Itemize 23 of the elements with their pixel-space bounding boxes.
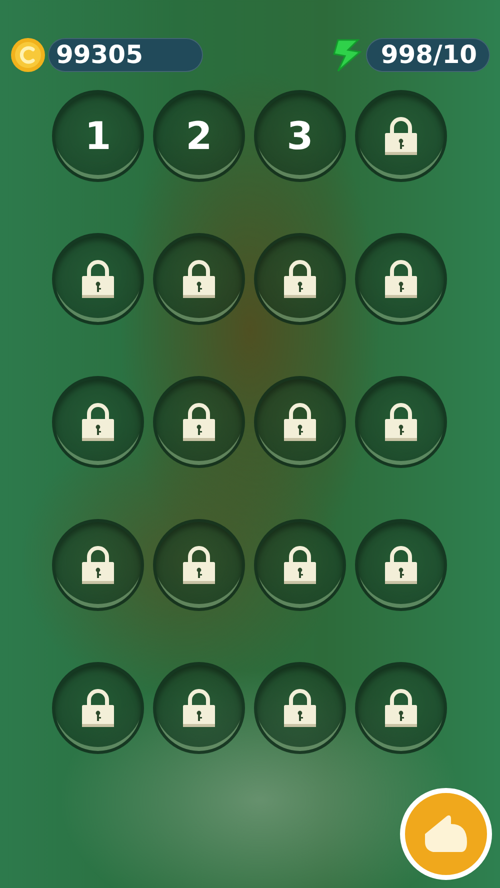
padlock-icon: [182, 545, 216, 585]
coin-icon: [10, 37, 46, 73]
padlock-icon: [81, 545, 115, 585]
padlock-icon: [283, 545, 317, 585]
padlock-icon: [384, 545, 418, 585]
padlock-icon: [182, 402, 216, 442]
padlock-icon: [384, 402, 418, 442]
padlock-icon: [182, 688, 216, 728]
coin-counter: 99305: [48, 38, 203, 72]
padlock-icon: [81, 688, 115, 728]
level-button[interactable]: 2: [153, 90, 245, 182]
level-button[interactable]: 3: [254, 90, 346, 182]
padlock-icon: [384, 259, 418, 299]
level-button[interactable]: 1: [52, 90, 144, 182]
padlock-icon: [384, 116, 418, 156]
padlock-icon: [283, 259, 317, 299]
padlock-icon: [81, 402, 115, 442]
energy-counter: 998/10: [366, 38, 490, 72]
padlock-icon: [283, 688, 317, 728]
padlock-icon: [81, 259, 115, 299]
padlock-icon: [384, 688, 418, 728]
padlock-icon: [182, 259, 216, 299]
padlock-icon: [283, 402, 317, 442]
